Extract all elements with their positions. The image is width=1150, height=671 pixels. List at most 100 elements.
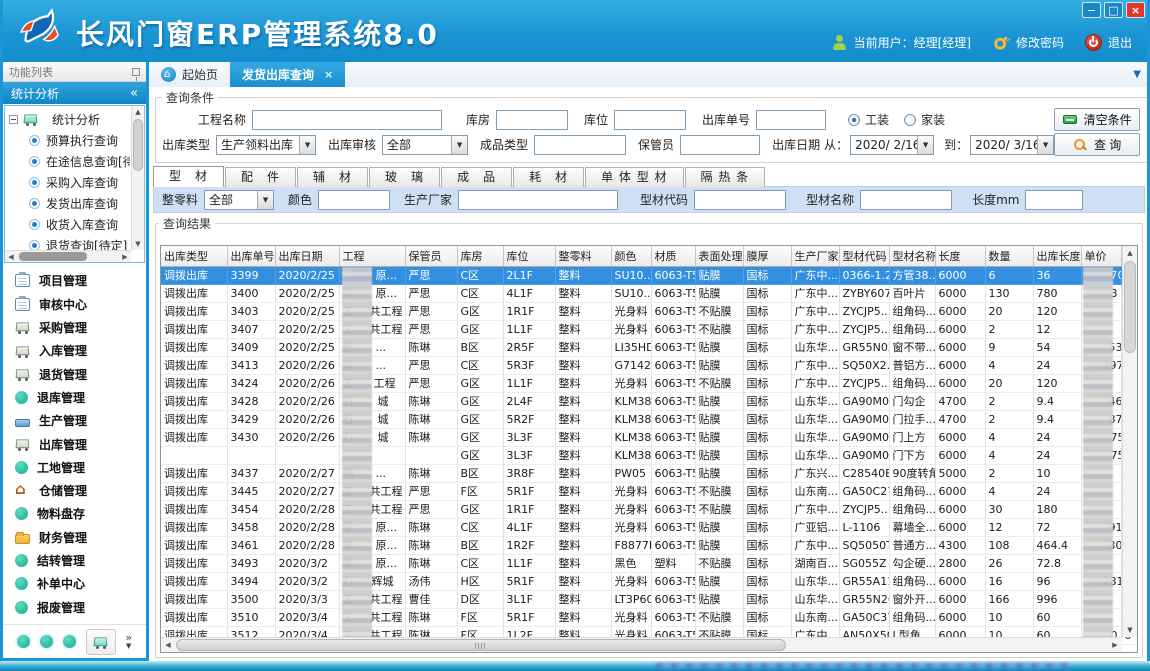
table-row[interactable]: 调拨出库34452020/2/27工共工程严思F区5R1F整料光身料6063-T… <box>161 482 1138 500</box>
table-row[interactable]: 调拨出库35102020/3/4工共工程陈琳F区5R1F整料光身料6063-T5… <box>161 608 1138 626</box>
material-tab-4[interactable]: 成 品 <box>441 167 512 187</box>
radio-gongzhuang[interactable] <box>848 114 860 126</box>
table-row[interactable]: 调拨出库34612020/2/28华原...陈琳B区1R2F整料F8877FT6… <box>161 536 1138 554</box>
sidebar-module-退货管理[interactable]: 退货管理 <box>15 366 146 383</box>
table-row[interactable]: 调拨出库34542020/2/28工共工程严思G区1R1F整料光身料6063-T… <box>161 500 1138 518</box>
tree-item[interactable]: 收货入库查询 <box>7 214 130 235</box>
column-header[interactable]: 出库日期 <box>275 246 339 266</box>
column-header[interactable]: 型材代码 <box>839 246 889 266</box>
sidebar-module-审核中心[interactable]: 审核中心 <box>15 296 146 313</box>
length-input[interactable] <box>1025 190 1083 210</box>
maximize-button[interactable]: □ <box>1104 2 1123 18</box>
column-header[interactable]: 颜色 <box>611 246 651 266</box>
date-to-picker[interactable]: 2020/ 3/16 <box>970 135 1054 155</box>
material-tab-3[interactable]: 玻 璃 <box>369 167 440 187</box>
table-row[interactable]: 调拨出库34072020/2/25工共工程严思G区1L1F整料光身料6063-T… <box>161 320 1138 338</box>
sidebar-module-报废管理[interactable]: 报废管理 <box>15 599 146 616</box>
table-horizontal-scrollbar[interactable]: ◀▶ <box>161 637 1122 652</box>
tab-overflow-icon[interactable]: ▼ <box>1133 69 1141 80</box>
column-header[interactable]: 出库类型 <box>161 246 227 266</box>
column-header[interactable]: 保管员 <box>405 246 457 266</box>
table-row[interactable]: 调拨出库34372020/2/27佛...陈琳B区3R8F整料PW056063-… <box>161 464 1138 482</box>
table-row[interactable]: 调拨出库34292020/2/26石城陈琳G区5R2F整料KLM38176063… <box>161 410 1138 428</box>
tree-item[interactable]: 预算执行查询 <box>7 130 130 151</box>
pin-icon[interactable] <box>132 68 140 76</box>
search-button[interactable]: 查 询 <box>1054 133 1140 156</box>
expand-icon[interactable] <box>9 115 18 124</box>
table-row[interactable]: 调拨出库34032020/2/25工共工程严思G区1R1F整料光身料6063-T… <box>161 302 1138 320</box>
column-header[interactable]: 长度 <box>935 246 985 266</box>
column-header[interactable]: 单价 <box>1081 246 1121 266</box>
close-button[interactable]: × <box>1126 2 1145 18</box>
column-header[interactable]: 出库单号 <box>227 246 275 266</box>
column-header[interactable]: 数量 <box>985 246 1033 266</box>
module-shortcut-icon[interactable] <box>40 635 53 648</box>
sidebar-module-入库管理[interactable]: 入库管理 <box>15 342 146 359</box>
sidebar-module-仓储管理[interactable]: 仓储管理 <box>15 482 146 499</box>
table-row[interactable]: 调拨出库35002020/3/3工共工程曹佳D区3L1F整料LT3P606063… <box>161 590 1138 608</box>
table-row[interactable]: 调拨出库34932020/3/2华原...陈琳C区1L1F整料黑色塑料不贴膜国标… <box>161 554 1138 572</box>
sidebar-module-生产管理[interactable]: 生产管理 <box>15 412 146 429</box>
column-header[interactable]: 整零料 <box>555 246 611 266</box>
tree-item[interactable]: 在途信息查询[待 <box>7 151 130 172</box>
table-row[interactable]: 调拨出库34092020/2/25长...陈琳B区2R5F整料LI35HD606… <box>161 338 1138 356</box>
change-password-link[interactable]: 修改密码 <box>1016 34 1064 51</box>
tab-1[interactable]: 发货出库查询× <box>230 62 345 87</box>
module-shortcut-icon[interactable] <box>17 635 30 648</box>
location-input[interactable] <box>614 110 686 130</box>
column-header[interactable]: 表面处理 <box>695 246 743 266</box>
sidebar-module-物料盘存[interactable]: 物料盘存 <box>15 505 146 522</box>
table-row[interactable]: 调拨出库34242020/2/26工工程严思G区1L1F整料光身料6063-T5… <box>161 374 1138 392</box>
sidebar-module-出库管理[interactable]: 出库管理 <box>15 436 146 453</box>
sidebar-module-结转管理[interactable]: 结转管理 <box>15 552 146 569</box>
profile-name-input[interactable] <box>860 190 952 210</box>
minimize-button[interactable]: − <box>1082 2 1101 18</box>
close-tab-icon[interactable]: × <box>324 68 333 81</box>
table-row[interactable]: 调拨出库34582020/2/28华原...陈琳C区4L1F整料光身料6063-… <box>161 518 1138 536</box>
table-row[interactable]: 调拨出库34282020/2/26石城陈琳G区2L4F整料KLM38176063… <box>161 392 1138 410</box>
column-header[interactable]: 库房 <box>457 246 503 266</box>
sidebar-module-工地管理[interactable]: 工地管理 <box>15 459 146 476</box>
table-row[interactable]: 调拨出库34302020/2/26石城陈琳G区3L3F整料KLM38176063… <box>161 428 1138 446</box>
table-row[interactable]: 调拨出库34132020/2/26南...严思C区5R3F整料G71422606… <box>161 356 1138 374</box>
column-header[interactable]: 材质 <box>651 246 695 266</box>
material-tab-6[interactable]: 单 体 型 材 <box>585 167 683 187</box>
audit-select[interactable]: 全部 <box>382 135 468 155</box>
collapse-icon[interactable]: « <box>130 86 138 101</box>
sidebar-module-采购管理[interactable]: 采购管理 <box>15 319 146 336</box>
column-header[interactable]: 型材名称 <box>889 246 935 266</box>
material-tab-5[interactable]: 耗 材 <box>513 167 584 187</box>
sidebar-module-补单中心[interactable]: 补单中心 <box>15 575 146 592</box>
tree-horizontal-scrollbar[interactable]: ◀▶ <box>5 250 131 262</box>
table-row[interactable]: G区3L3F整料KLM38176063-T5贴膜国标山东华...GA90M09.… <box>161 446 1138 464</box>
material-tab-2[interactable]: 辅 材 <box>297 167 368 187</box>
material-tab-7[interactable]: 隔 热 条 <box>685 167 766 187</box>
table-vertical-scrollbar[interactable]: ▲▼ <box>1122 246 1137 637</box>
tree-item[interactable]: 发货出库查询 <box>7 193 130 214</box>
tree-vertical-scrollbar[interactable]: ▲▼ <box>131 106 144 250</box>
tree-item[interactable]: 采购入库查询 <box>7 172 130 193</box>
sidebar-module-退库管理[interactable]: 退库管理 <box>15 389 146 406</box>
date-from-picker[interactable]: 2020/ 2/16 <box>850 135 934 155</box>
cart-shortcut-button[interactable] <box>86 629 116 655</box>
sidebar-module-项目管理[interactable]: 项目管理 <box>15 272 146 289</box>
order-no-input[interactable] <box>756 110 826 130</box>
product-type-input[interactable] <box>534 135 626 155</box>
keeper-input[interactable] <box>680 135 760 155</box>
out-type-select[interactable]: 生产领料出库 <box>216 135 316 155</box>
table-row[interactable]: 调拨出库33992020/2/25华原...严思C区2L1F整料SU10...6… <box>161 266 1138 284</box>
clear-conditions-button[interactable]: 清空条件 <box>1054 108 1140 131</box>
column-header[interactable]: 生产厂家 <box>791 246 839 266</box>
tree-root[interactable]: 统计分析 <box>7 108 130 130</box>
table-row[interactable]: 调拨出库34942020/3/2石辉城汤伟H区5R1F整料光身料6063-T5贴… <box>161 572 1138 590</box>
logout-link[interactable]: 退出 <box>1108 34 1132 51</box>
column-header[interactable]: 工程 <box>339 246 405 266</box>
project-name-input[interactable] <box>252 110 442 130</box>
manufacturer-input[interactable] <box>458 190 618 210</box>
column-header[interactable]: 出库长度 <box>1033 246 1081 266</box>
warehouse-input[interactable] <box>496 110 568 130</box>
column-header[interactable]: 库位 <box>503 246 555 266</box>
material-tab-0[interactable]: 型 材 <box>153 166 224 187</box>
color-input[interactable] <box>318 190 390 210</box>
table-row[interactable]: 调拨出库34002020/2/25华原...严思C区4L1F整料SU10...6… <box>161 284 1138 302</box>
